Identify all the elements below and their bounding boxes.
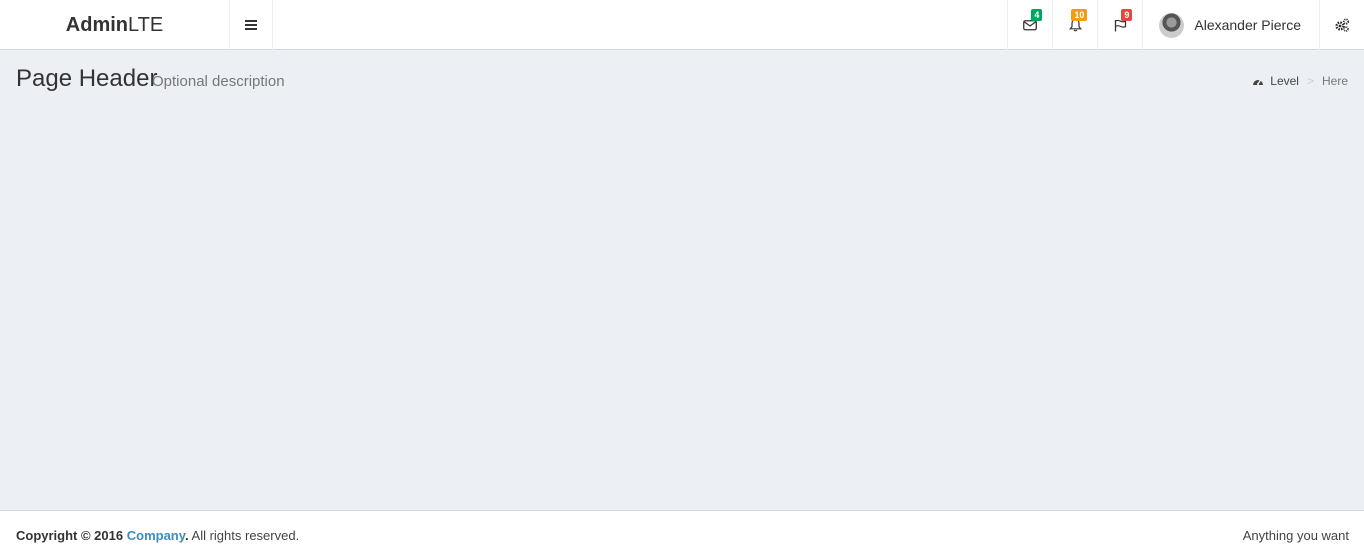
content-header: Page Header Optional description Level >… bbox=[0, 51, 1364, 111]
copyright-suffix: All rights reserved. bbox=[191, 528, 300, 543]
tasks-badge: 9 bbox=[1121, 9, 1133, 21]
page-description: Optional description bbox=[152, 73, 285, 90]
main-header: Admin LTE 4 10 9 Alexander Pierce bbox=[0, 0, 1364, 50]
avatar bbox=[1159, 12, 1185, 38]
messages-menu[interactable]: 4 bbox=[1007, 0, 1052, 50]
footer-right-text: Anything you want bbox=[1242, 528, 1349, 543]
logo-bold: Admin bbox=[65, 13, 128, 36]
messages-badge: 4 bbox=[1031, 9, 1043, 21]
page-title: Page Header bbox=[16, 65, 158, 92]
tasks-menu[interactable]: 9 bbox=[1097, 0, 1142, 50]
copyright: Copyright © 2016 Company. All rights res… bbox=[16, 528, 300, 543]
breadcrumb-separator: > bbox=[1306, 74, 1314, 88]
sidebar-toggle-button[interactable] bbox=[230, 0, 273, 50]
notifications-menu[interactable]: 10 bbox=[1052, 0, 1097, 50]
navbar-right: 4 10 9 Alexander Pierce bbox=[1007, 0, 1364, 50]
header-spacer bbox=[273, 0, 1007, 49]
logo[interactable]: Admin LTE bbox=[0, 0, 230, 50]
gears-icon bbox=[1335, 18, 1350, 32]
dashboard-icon bbox=[1253, 79, 1264, 85]
user-name: Alexander Pierce bbox=[1194, 17, 1301, 33]
control-sidebar-toggle[interactable] bbox=[1319, 0, 1364, 50]
notifications-badge: 10 bbox=[1071, 9, 1088, 21]
breadcrumb-level[interactable]: Level bbox=[1252, 74, 1299, 88]
logo-light: LTE bbox=[128, 13, 164, 36]
company-link[interactable]: Company bbox=[127, 528, 185, 543]
hamburger-icon bbox=[245, 20, 257, 30]
main-footer: Copyright © 2016 Company. All rights res… bbox=[0, 510, 1364, 560]
breadcrumb-active: Here bbox=[1321, 74, 1348, 88]
breadcrumb: Level > Here bbox=[1252, 74, 1348, 88]
copyright-prefix: Copyright © 2016 bbox=[16, 528, 124, 543]
user-menu[interactable]: Alexander Pierce bbox=[1142, 0, 1319, 50]
breadcrumb-level-label: Level bbox=[1270, 74, 1299, 88]
